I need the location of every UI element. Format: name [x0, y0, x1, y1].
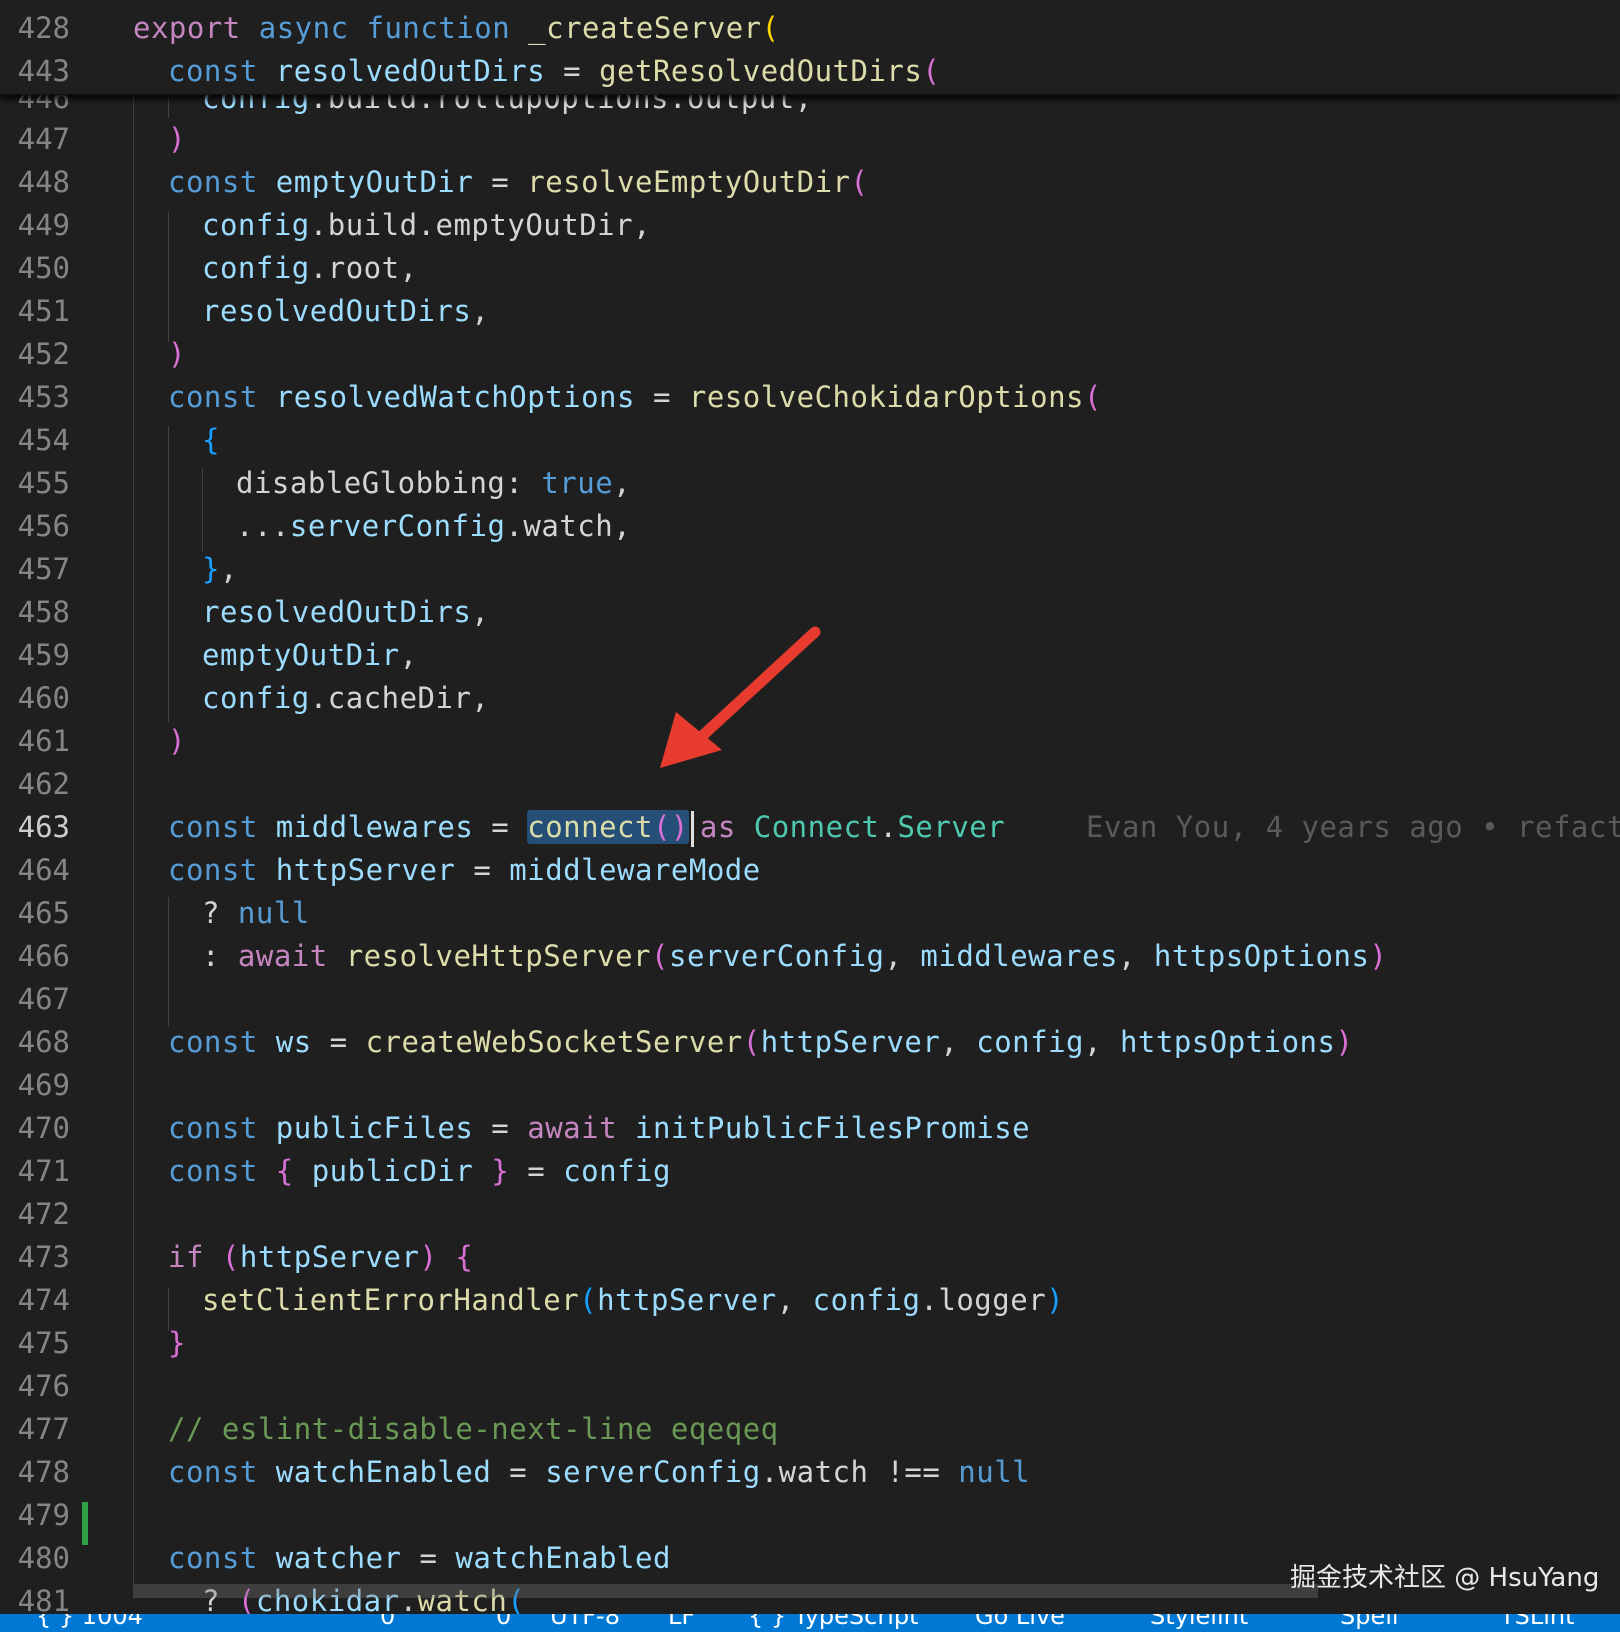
annotation-arrow-icon [660, 626, 821, 768]
